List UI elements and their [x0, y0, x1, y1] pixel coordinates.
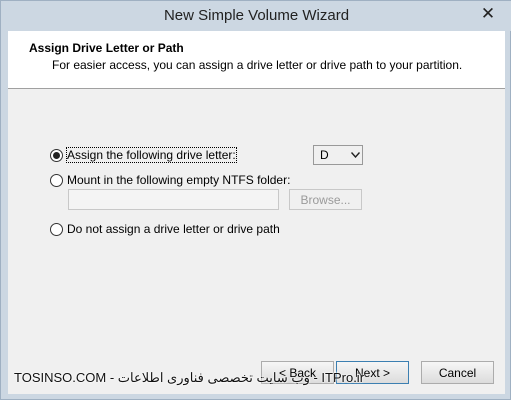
wizard-window: New Simple Volume Wizard ✕ Assign Drive …	[0, 0, 511, 400]
browse-button[interactable]: Browse...	[289, 189, 362, 210]
page-title: Assign Drive Letter or Path	[29, 41, 184, 55]
assign-letter-label[interactable]: Assign the following drive letter:	[66, 147, 237, 163]
window-title: New Simple Volume Wizard	[163, 7, 350, 24]
mount-folder-label[interactable]: Mount in the following empty NTFS folder…	[67, 173, 290, 187]
close-icon: ✕	[480, 3, 496, 23]
dialog-body: Assign Drive Letter or Path For easier a…	[8, 31, 505, 394]
watermark-text: TOSINSO.COM - وب سایت تخصصی فناوری اطلاع…	[14, 370, 365, 385]
assign-letter-radio[interactable]	[50, 149, 63, 162]
page-subtitle: For easier access, you can assign a driv…	[52, 58, 463, 72]
close-button[interactable]: ✕	[470, 2, 506, 24]
no-assign-radio[interactable]	[50, 223, 63, 236]
wizard-header: Assign Drive Letter or Path For easier a…	[8, 31, 505, 89]
cancel-button[interactable]: Cancel	[421, 361, 494, 384]
title-bar[interactable]: New Simple Volume Wizard ✕	[1, 1, 511, 31]
drive-letter-select[interactable]: D	[313, 145, 363, 165]
drive-letter-value: D	[320, 148, 329, 162]
ntfs-folder-field[interactable]	[68, 189, 279, 210]
mount-folder-radio[interactable]	[50, 174, 63, 187]
no-assign-label[interactable]: Do not assign a drive letter or drive pa…	[67, 222, 280, 236]
chevron-down-icon	[348, 152, 362, 158]
